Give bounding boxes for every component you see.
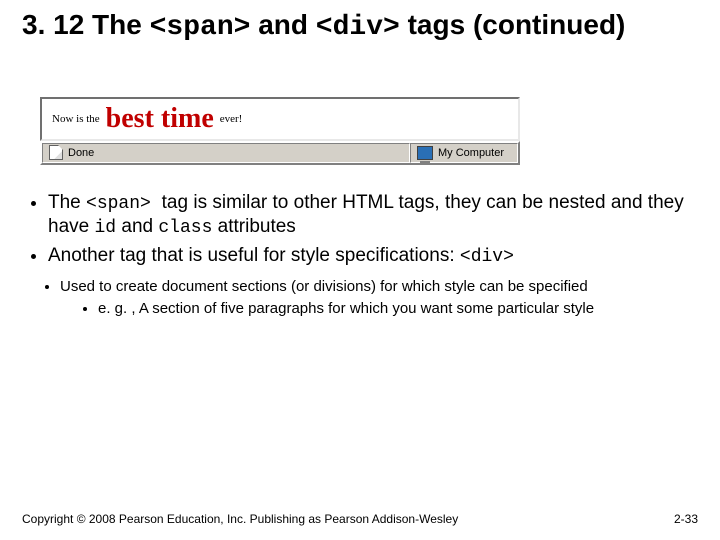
footer: Copyright © 2008 Pearson Education, Inc.… — [22, 512, 698, 526]
computer-icon — [417, 146, 433, 160]
title-part2: and — [250, 9, 315, 40]
b1-post: attributes — [212, 216, 295, 237]
status-zone-label: My Computer — [438, 147, 504, 159]
page-number: 2-33 — [674, 512, 698, 526]
bullet-1: The <span> tag is similar to other HTML … — [48, 191, 698, 240]
b1-and: and — [116, 216, 158, 237]
slide-title: 3. 12 The <span> and <div> tags (continu… — [22, 8, 698, 45]
b1-span-tag: <span> — [86, 194, 162, 214]
browser-window: Now is the best time ever! Done My Compu… — [40, 97, 520, 165]
b3-text: Used to create document sections (or div… — [60, 278, 588, 295]
bullet-2: Another tag that is useful for style spe… — [48, 244, 698, 269]
highlighted-span: best time — [106, 103, 214, 135]
b2-div-tag: <div> — [460, 247, 514, 267]
page-icon — [49, 145, 63, 160]
title-part3: tags — [400, 9, 473, 40]
line-prefix: Now is the — [52, 113, 100, 125]
status-done-label: Done — [68, 147, 94, 159]
bullet-list: The <span> tag is similar to other HTML … — [34, 191, 698, 269]
b2-pre: Another tag that is useful for style spe… — [48, 245, 460, 266]
status-right: My Computer — [410, 143, 518, 163]
status-left: Done — [42, 143, 410, 163]
browser-statusbar: Done My Computer — [40, 141, 520, 165]
title-span-tag: <span> — [150, 12, 251, 43]
bullet-subsublist: e. g. , A section of five paragraphs for… — [82, 300, 698, 319]
copyright: Copyright © 2008 Pearson Education, Inc.… — [22, 512, 458, 526]
b4-text: e. g. , A section of five paragraphs for… — [98, 300, 594, 317]
browser-viewport: Now is the best time ever! — [40, 97, 520, 141]
b1-pre: The — [48, 192, 86, 213]
bullet-3: Used to create document sections (or div… — [60, 278, 698, 319]
b1-id: id — [94, 218, 116, 238]
b1-class: class — [158, 218, 212, 238]
title-suffix: (continued) — [473, 9, 625, 40]
title-part1: 3. 12 The — [22, 9, 150, 40]
bullet-4: e. g. , A section of five paragraphs for… — [98, 300, 698, 319]
bullet-sublist: Used to create document sections (or div… — [44, 278, 698, 319]
title-div-tag: <div> — [316, 12, 400, 43]
line-suffix: ever! — [220, 113, 243, 125]
